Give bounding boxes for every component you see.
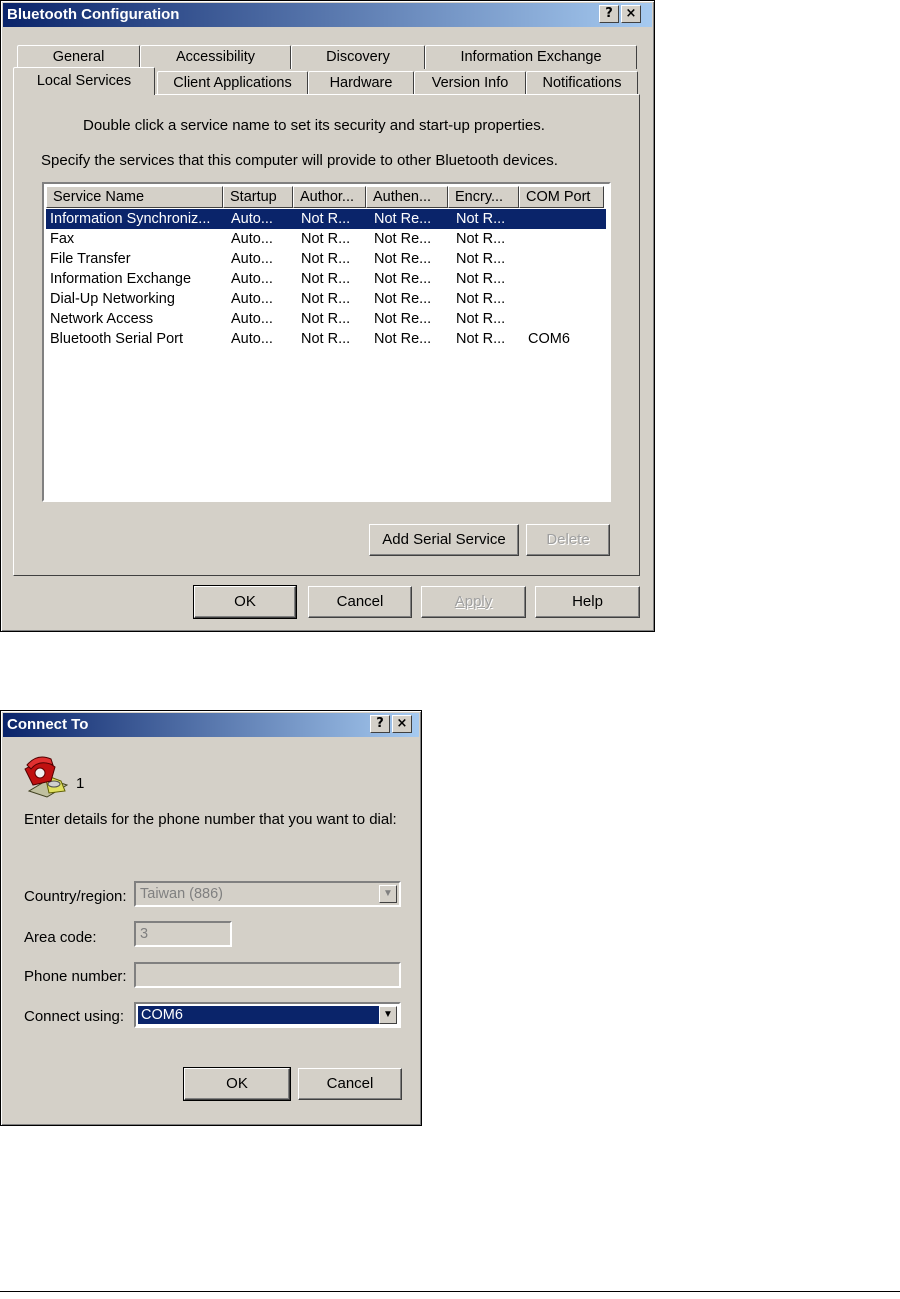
apply-label: Apply [454, 593, 493, 610]
tab-version-info[interactable]: Version Info [414, 71, 526, 95]
table-row[interactable]: Information Synchroniz... Auto... Not R.… [46, 209, 606, 229]
tab-information-exchange[interactable]: Information Exchange [425, 45, 637, 69]
cell-startup: Auto... [231, 211, 273, 227]
cell-startup: Auto... [231, 311, 273, 327]
page-divider [0, 1291, 900, 1292]
cell-authentication: Not Re... [374, 311, 432, 327]
cell-startup: Auto... [231, 251, 273, 267]
cancel-button[interactable]: Cancel [298, 1068, 402, 1100]
cell-authorization: Not R... [301, 211, 351, 227]
connect-using-value: COM6 [138, 1006, 379, 1024]
title-bar: Connect To [3, 713, 419, 737]
instruction-double-click: Double click a service name to set its s… [83, 117, 545, 134]
cell-service-name: Network Access [50, 311, 154, 327]
column-header-authentication[interactable]: Authen... [366, 186, 448, 208]
cell-authorization: Not R... [301, 331, 351, 347]
cell-startup: Auto... [231, 231, 273, 247]
cell-encryption: Not R... [456, 331, 506, 347]
column-header-encryption[interactable]: Encry... [448, 186, 519, 208]
cell-authorization: Not R... [301, 311, 351, 327]
dial-details-prompt: Enter details for the phone number that … [24, 811, 397, 828]
cell-startup: Auto... [231, 331, 273, 347]
cell-service-name: Bluetooth Serial Port [50, 331, 183, 347]
ok-button[interactable]: OK [193, 585, 297, 619]
delete-button[interactable]: Delete [526, 524, 610, 556]
column-header-com-port[interactable]: COM Port [519, 186, 604, 208]
cell-service-name: File Transfer [50, 251, 131, 267]
table-row[interactable]: File Transfer Auto... Not R... Not Re...… [46, 249, 607, 269]
connect-to-window: Connect To ? × 1 Enter details for the p… [0, 710, 422, 1126]
cancel-button[interactable]: Cancel [308, 586, 412, 618]
connect-using-select[interactable]: COM6 ▼ [134, 1002, 401, 1028]
help-button[interactable]: Help [535, 586, 640, 618]
cell-encryption: Not R... [456, 291, 506, 307]
connect-using-label: Connect using: [24, 1008, 125, 1025]
bluetooth-configuration-window: Bluetooth Configuration ? × General Acce… [0, 0, 655, 632]
instruction-specify-services: Specify the services that this computer … [41, 152, 558, 169]
cell-authentication: Not Re... [374, 231, 432, 247]
services-list[interactable]: Service Name Startup Author... Authen...… [42, 182, 611, 502]
help-icon[interactable]: ? [599, 5, 619, 23]
tab-notifications[interactable]: Notifications [526, 71, 638, 95]
cell-service-name: Information Exchange [50, 271, 192, 287]
cell-authentication: Not Re... [374, 211, 432, 227]
phone-number-field[interactable] [134, 962, 401, 988]
help-icon[interactable]: ? [370, 715, 390, 733]
ok-button[interactable]: OK [183, 1067, 291, 1101]
cell-authentication: Not Re... [374, 251, 432, 267]
cell-encryption: Not R... [456, 251, 506, 267]
title-bar: Bluetooth Configuration [3, 3, 652, 27]
table-row[interactable]: Bluetooth Serial Port Auto... Not R... N… [46, 329, 607, 349]
tab-discovery[interactable]: Discovery [291, 45, 425, 69]
chevron-down-icon[interactable]: ▼ [379, 1006, 397, 1024]
cell-authorization: Not R... [301, 271, 351, 287]
window-title: Bluetooth Configuration [7, 6, 180, 23]
cell-service-name: Dial-Up Networking [50, 291, 175, 307]
table-row[interactable]: Information Exchange Auto... Not R... No… [46, 269, 607, 289]
phone-connection-icon [24, 756, 69, 798]
tab-hardware[interactable]: Hardware [308, 71, 414, 95]
local-services-panel: Double click a service name to set its s… [13, 94, 640, 576]
table-row[interactable]: Dial-Up Networking Auto... Not R... Not … [46, 289, 607, 309]
cell-authentication: Not Re... [374, 331, 432, 347]
connection-name: 1 [76, 775, 85, 792]
country-region-select[interactable]: Taiwan (886) ▼ [134, 881, 401, 907]
column-header-authorization[interactable]: Author... [293, 186, 366, 208]
chevron-down-icon[interactable]: ▼ [379, 885, 397, 903]
tab-accessibility[interactable]: Accessibility [140, 45, 291, 69]
cell-authorization: Not R... [301, 291, 351, 307]
cell-authorization: Not R... [301, 251, 351, 267]
table-row[interactable]: Network Access Auto... Not R... Not Re..… [46, 309, 607, 329]
tab-client-applications[interactable]: Client Applications [157, 71, 308, 95]
cell-encryption: Not R... [456, 231, 506, 247]
window-title: Connect To [7, 716, 89, 733]
cell-startup: Auto... [231, 271, 273, 287]
cell-startup: Auto... [231, 291, 273, 307]
area-code-label: Area code: [24, 929, 97, 946]
country-region-value: Taiwan (886) [140, 886, 224, 902]
phone-number-label: Phone number: [24, 968, 127, 985]
cell-encryption: Not R... [456, 311, 506, 327]
apply-button[interactable]: Apply [421, 586, 526, 618]
area-code-field[interactable]: 3 [134, 921, 232, 947]
cell-service-name: Information Synchroniz... [50, 211, 211, 227]
tab-local-services[interactable]: Local Services [13, 67, 155, 95]
close-icon[interactable]: × [392, 715, 412, 733]
cell-authorization: Not R... [301, 231, 351, 247]
close-icon[interactable]: × [621, 5, 641, 23]
cell-service-name: Fax [50, 231, 75, 247]
cell-encryption: Not R... [456, 211, 506, 227]
table-row[interactable]: Fax Auto... Not R... Not Re... Not R... [46, 229, 607, 249]
column-header-service-name[interactable]: Service Name [46, 186, 223, 208]
cell-com-port: COM6 [528, 331, 570, 347]
cell-authentication: Not Re... [374, 291, 432, 307]
cell-authentication: Not Re... [374, 271, 432, 287]
country-region-label: Country/region: [24, 888, 127, 905]
column-header-startup[interactable]: Startup [223, 186, 293, 208]
tab-general[interactable]: General [17, 45, 140, 69]
cell-encryption: Not R... [456, 271, 506, 287]
add-serial-service-button[interactable]: Add Serial Service [369, 524, 519, 556]
